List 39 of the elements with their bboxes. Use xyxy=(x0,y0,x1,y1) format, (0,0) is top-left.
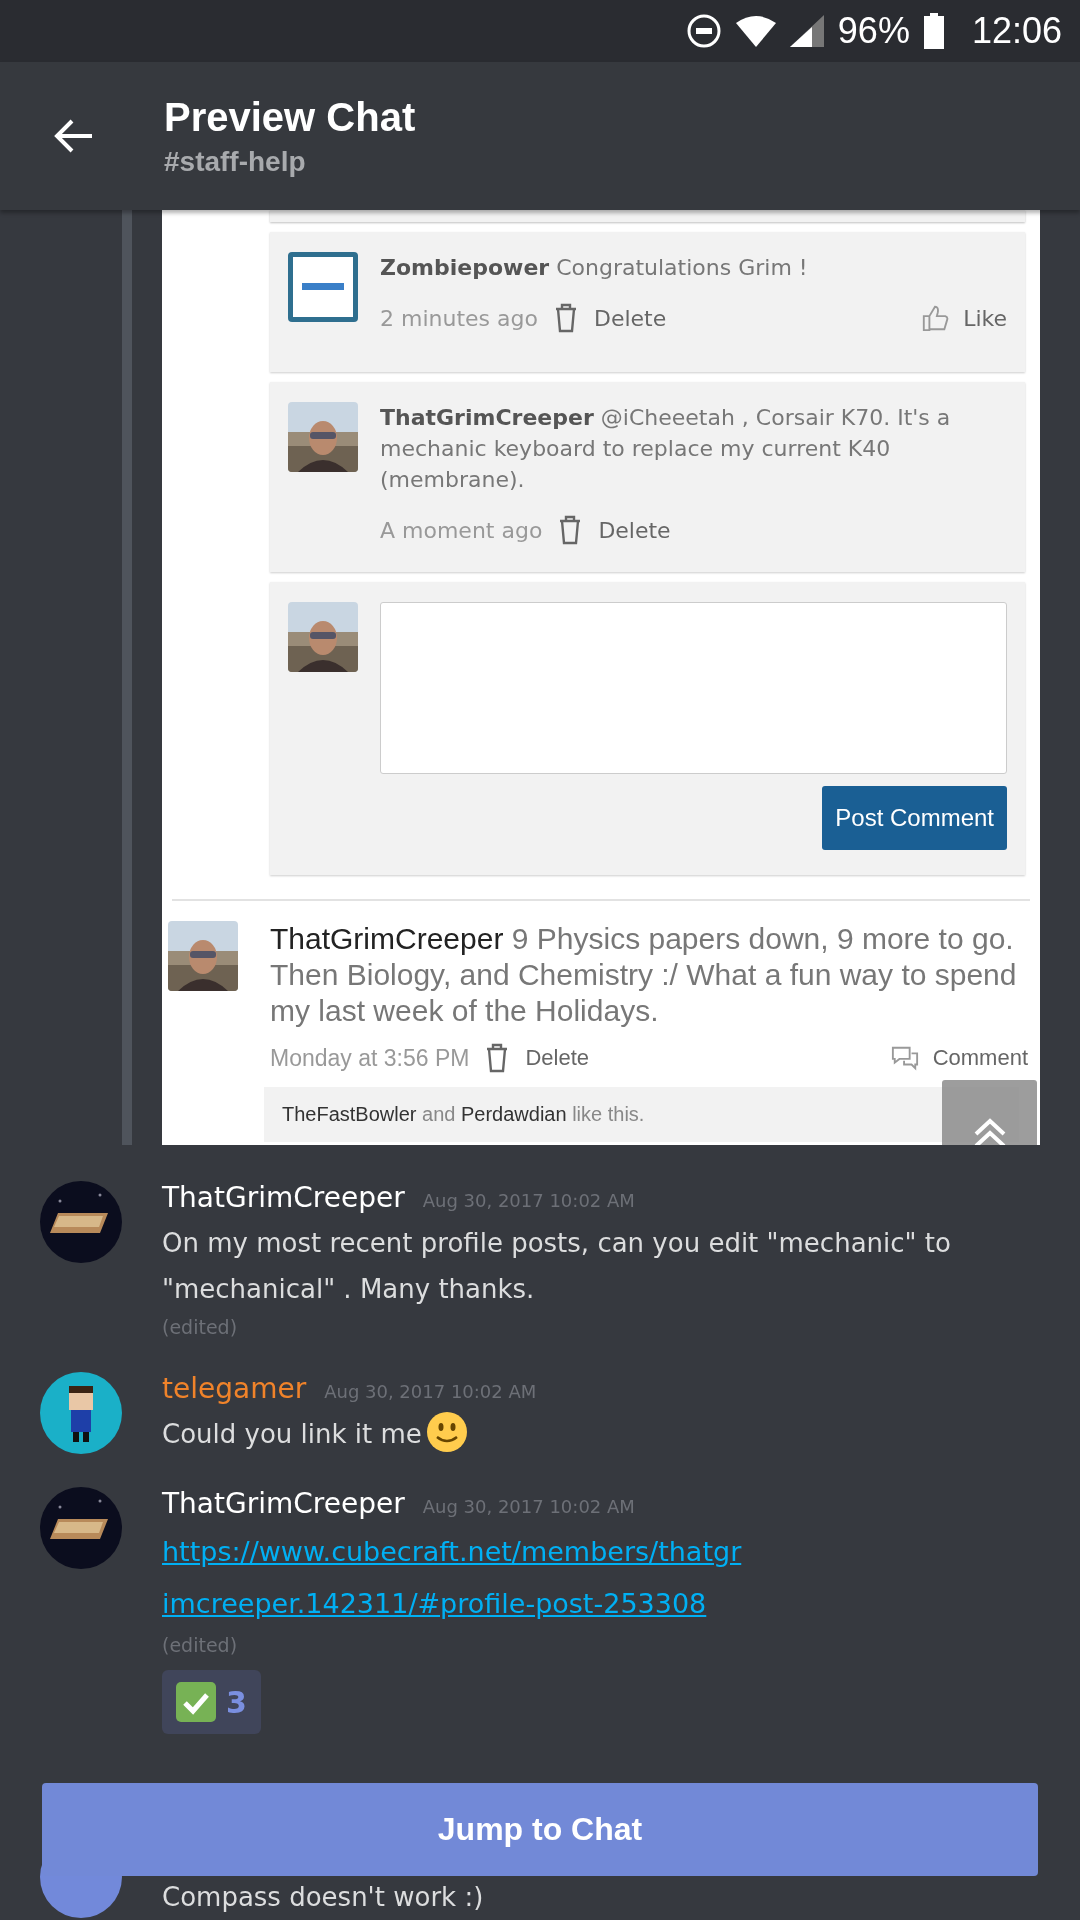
screen-title: Preview Chat xyxy=(164,94,416,140)
reaction-button[interactable]: 3 xyxy=(162,1670,261,1734)
author-name[interactable]: ThatGrimCreeper xyxy=(162,1487,405,1520)
clock: 12:06 xyxy=(971,10,1062,52)
post-comment-button[interactable]: Post Comment xyxy=(822,786,1007,850)
comment-time: 2 minutes ago xyxy=(380,305,538,331)
author-name[interactable]: ThatGrimCreeper xyxy=(162,1181,405,1214)
battery-percentage: 96% xyxy=(837,10,910,52)
post-text: ThatGrimCreeper 9 Physics papers down, 9 more to go. Then Biology, and Chemistry :/ What a fun way to spend my last week of the Holidays. xyxy=(270,921,1018,1029)
message-text: On my most recent profile posts, can you edit "mechanic" to "mechanical" . Many thanks. xyxy=(162,1228,951,1304)
jump-to-chat-button[interactable]: Jump to Chat xyxy=(42,1783,1038,1876)
thumbs-up-icon xyxy=(921,303,950,333)
signal-icon xyxy=(789,15,824,47)
comment-input-field[interactable] xyxy=(380,602,1007,774)
like-link[interactable]: Like xyxy=(963,305,1007,331)
message-text: Compass doesn't work :) xyxy=(162,1881,484,1914)
comment-text: ThatGrimCreeper @iCheeetah , Corsair K70. It's a mechanic keyboard to replace my current K40 (membrane). xyxy=(380,404,952,494)
comment-time: A moment ago xyxy=(380,517,543,543)
delete-link[interactable]: Delete xyxy=(525,1045,590,1071)
check-mark-icon xyxy=(176,1682,216,1722)
edited-label: (edited) xyxy=(162,1633,239,1658)
message-timestamp: Aug 30, 2017 10:02 AM xyxy=(422,1496,635,1517)
edited-label: (edited) xyxy=(162,1315,239,1340)
double-chevron-up-icon xyxy=(972,1118,1007,1145)
delete-link[interactable]: Delete xyxy=(593,305,667,331)
message-link[interactable]: https://www.cubecraft.net/members/thatgrimcreeper.142311/#profile-post-253308 xyxy=(162,1526,742,1630)
do-not-disturb-icon xyxy=(685,13,722,49)
delete-link[interactable]: Delete xyxy=(598,517,671,543)
post-time: Monday at 3:56 PM xyxy=(270,1044,470,1072)
smiley-icon xyxy=(425,1411,468,1453)
comment-text: Zombiepower Congratulations Grim ! xyxy=(380,254,809,282)
comment-link[interactable]: Comment xyxy=(932,1045,1028,1071)
wifi-icon xyxy=(735,15,776,47)
author-name[interactable]: telegamer xyxy=(162,1372,307,1405)
battery-icon xyxy=(923,13,944,49)
message-text: Could you link it me xyxy=(162,1419,422,1449)
message-timestamp: Aug 30, 2017 10:02 AM xyxy=(422,1190,635,1211)
message-timestamp: Aug 30, 2017 10:02 AM xyxy=(324,1381,537,1402)
channel-name: #staff-help xyxy=(164,145,307,178)
